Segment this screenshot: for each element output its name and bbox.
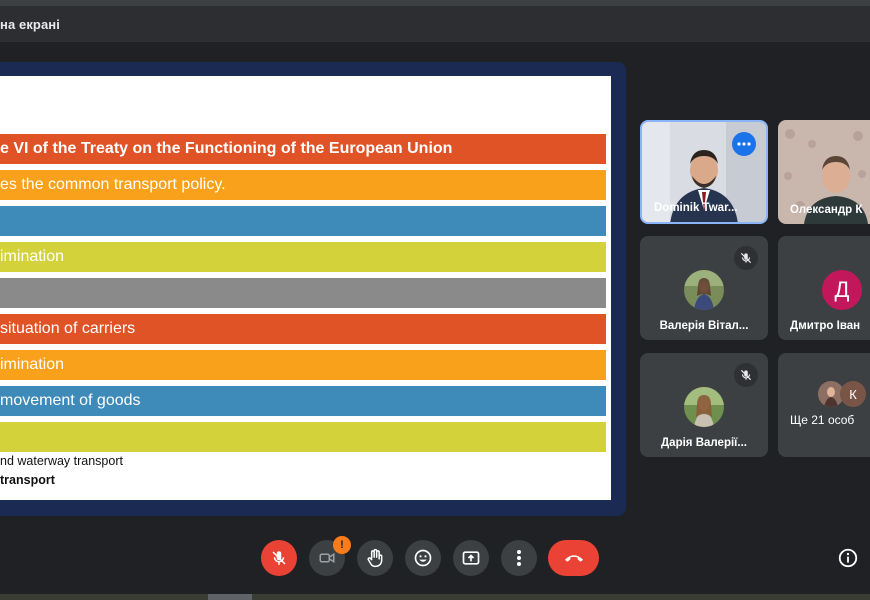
participant-tile-valeriia[interactable]: Валерія Вітал... — [640, 236, 768, 340]
mic-off-indicator — [734, 246, 758, 270]
slide-bar-5 — [0, 278, 606, 308]
group-avatar-letter: К — [840, 381, 866, 407]
avatar-photo — [684, 270, 724, 310]
mic-off-icon — [740, 369, 752, 381]
slide-bar-7: imination — [0, 350, 606, 380]
slide-bar-2: es the common transport policy. — [0, 170, 606, 200]
participant-name: Дмитро Іван — [790, 320, 861, 332]
presentation-header: на екрані — [0, 6, 870, 42]
more-options-button[interactable] — [732, 132, 756, 156]
slide-text-line: nd waterway transport — [0, 454, 123, 468]
taskbar-strip — [0, 594, 870, 600]
slide-text-line-bold: transport — [0, 473, 55, 487]
slide-bar-text: imination — [0, 248, 65, 265]
camera-warning-badge: ! — [333, 536, 351, 554]
slide-bar-text: e VI of the Treaty on the Functioning of… — [0, 140, 453, 157]
participant-name: Олександр К — [790, 204, 863, 216]
reactions-button[interactable] — [405, 540, 441, 576]
participant-name: Дарія Валерії... — [660, 437, 747, 449]
presentation-title: на екрані — [0, 16, 60, 32]
video-camera-icon — [319, 552, 335, 564]
more-participants-label: Ще 21 особ — [790, 413, 855, 427]
slide-bar-text: movement of goods — [0, 392, 141, 409]
participant-name: Dominik Twar... — [654, 202, 738, 214]
raise-hand-icon — [367, 548, 383, 568]
slide-bar-text: imination — [0, 356, 65, 373]
more-horiz-icon — [737, 142, 751, 146]
participant-name: Валерія Вітал... — [659, 320, 749, 332]
meet-window: на екрані e VI of the Treaty on the Func… — [0, 0, 870, 600]
end-call-button[interactable] — [548, 540, 599, 576]
taskbar-segment — [208, 594, 252, 600]
slide-bar-9 — [0, 422, 606, 452]
microphone-toggle-button[interactable] — [261, 540, 297, 576]
mic-off-icon — [740, 252, 752, 264]
mic-off-indicator — [734, 363, 758, 387]
info-icon — [838, 548, 858, 568]
slide-bar-1: e VI of the Treaty on the Functioning of… — [0, 134, 606, 164]
slide-bar-text: es the common transport policy. — [0, 176, 226, 193]
participant-tile-dominik[interactable]: Dominik Twar... — [640, 120, 768, 224]
presentation-slide: e VI of the Treaty on the Functioning of… — [0, 76, 611, 500]
participant-avatar — [684, 387, 724, 427]
more-vert-icon — [517, 550, 521, 566]
avatar-photo — [684, 387, 724, 427]
mic-off-icon — [272, 551, 286, 565]
camera-toggle-button[interactable]: ! — [309, 536, 351, 576]
participant-tile-oleksandr[interactable]: Олександр К — [778, 120, 870, 224]
call-end-icon — [564, 555, 583, 562]
slide-bar-text: situation of carriers — [0, 320, 136, 337]
slide-bar-3 — [0, 206, 606, 236]
participant-avatar — [684, 270, 724, 310]
slide-bar-8: movement of goods — [0, 386, 606, 416]
participant-avatar: Д — [822, 270, 862, 310]
meeting-details-button[interactable] — [836, 546, 860, 570]
participant-tile-dmytro[interactable]: Д Дмитро Іван — [778, 236, 870, 340]
slide-bar-6: situation of carriers — [0, 314, 606, 344]
participant-tile-dariia[interactable]: Дарія Валерії... — [640, 353, 768, 457]
slide-bar-4: imination — [0, 242, 606, 272]
raise-hand-button[interactable] — [357, 540, 393, 576]
present-screen-button[interactable] — [453, 540, 489, 576]
emoji-icon — [414, 549, 432, 567]
more-options-button[interactable] — [501, 540, 537, 576]
participant-tile-more[interactable]: К Ще 21 особ — [778, 353, 870, 457]
present-to-all-icon — [462, 551, 480, 565]
